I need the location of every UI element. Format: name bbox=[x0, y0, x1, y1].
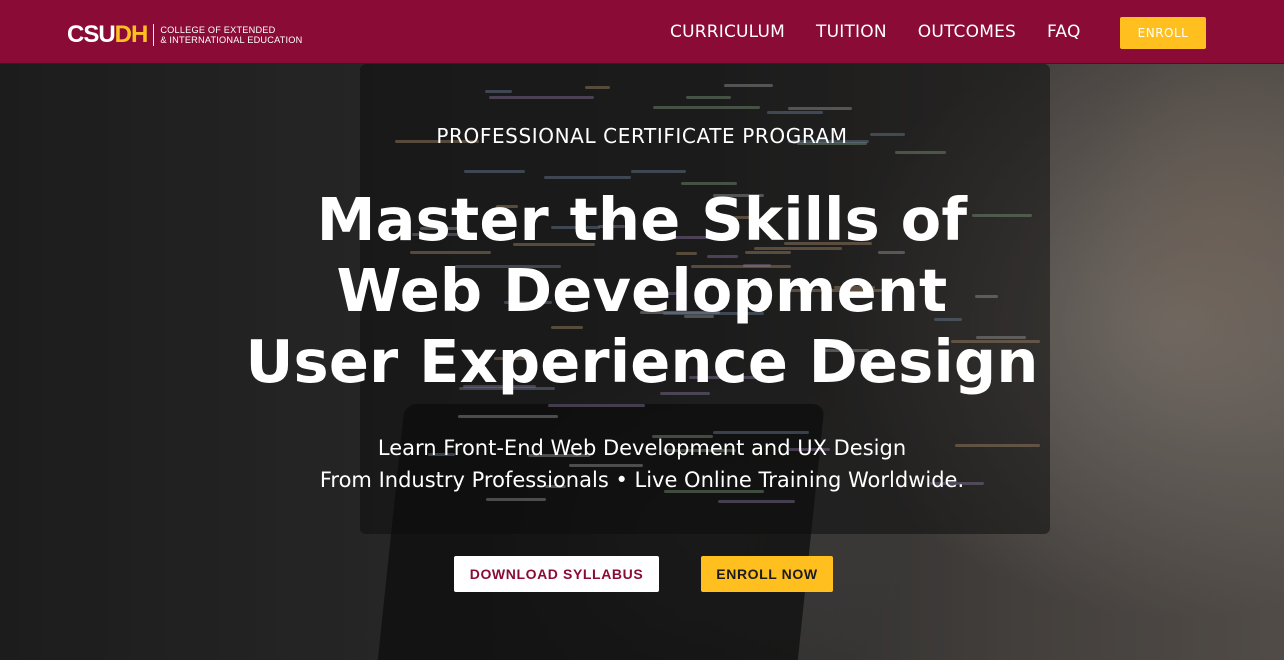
subhead-line-1: Learn Front-End Web Development and UX D… bbox=[377, 436, 907, 460]
nav-outcomes[interactable]: OUTCOMES bbox=[918, 21, 1016, 43]
nav-tuition[interactable]: TUITION bbox=[816, 21, 887, 43]
hero-section: PROFESSIONAL CERTIFICATE PROGRAM Master … bbox=[0, 64, 1284, 660]
logo-divider bbox=[153, 24, 155, 46]
enroll-now-button[interactable]: ENROLL NOW bbox=[701, 556, 833, 592]
logo-line-2: & INTERNATIONAL EDUCATION bbox=[160, 35, 303, 45]
logo-mark: CSUDH bbox=[67, 21, 148, 48]
nav-curriculum[interactable]: CURRICULUM bbox=[670, 21, 785, 43]
hero-headline: Master the Skills of Web Development Use… bbox=[0, 184, 1284, 397]
hero-eyebrow: PROFESSIONAL CERTIFICATE PROGRAM bbox=[436, 124, 848, 148]
header-enroll-button[interactable]: ENROLL bbox=[1120, 17, 1206, 49]
subhead-line-2: From Industry Professionals • Live Onlin… bbox=[319, 468, 965, 492]
main-nav: CURRICULUM TUITION OUTCOMES FAQ bbox=[670, 21, 1112, 43]
csudh-logo[interactable]: CSUDH COLLEGE OF EXTENDED & INTERNATIONA… bbox=[67, 21, 303, 49]
hero-subhead: Learn Front-End Web Development and UX D… bbox=[0, 432, 1284, 496]
site-header: CSUDH COLLEGE OF EXTENDED & INTERNATIONA… bbox=[0, 0, 1284, 64]
nav-faq[interactable]: FAQ bbox=[1047, 21, 1081, 43]
logo-line-1: COLLEGE OF EXTENDED bbox=[160, 25, 276, 35]
headline-line-3: User Experience Design bbox=[245, 327, 1039, 396]
logo-college-name: COLLEGE OF EXTENDED & INTERNATIONAL EDUC… bbox=[160, 25, 302, 45]
download-syllabus-button[interactable]: DOWNLOAD SYLLABUS bbox=[454, 556, 659, 592]
headline-line-2: Web Development bbox=[336, 256, 948, 325]
headline-line-1: Master the Skills of bbox=[316, 185, 968, 254]
